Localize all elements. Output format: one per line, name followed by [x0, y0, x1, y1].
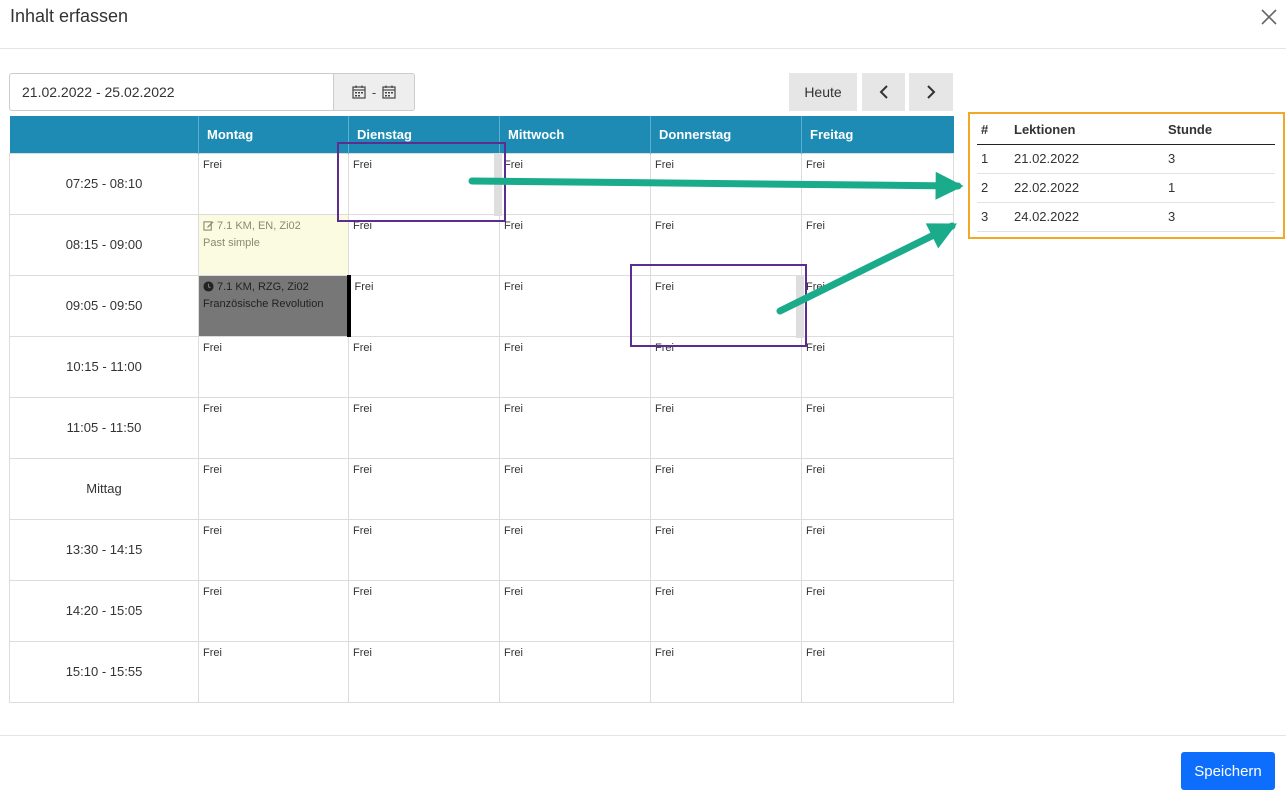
- free-cell[interactable]: Frei: [348, 396, 500, 459]
- header-divider: [0, 48, 1286, 49]
- time-slot: 15:10 - 15:55: [9, 640, 199, 703]
- chevron-left-icon: [879, 85, 888, 99]
- day-header: Mittwoch: [499, 116, 651, 153]
- table-row: 14:20 - 15:05 Frei Frei Frei Frei Frei: [9, 579, 954, 642]
- free-cell[interactable]: Frei: [348, 335, 500, 398]
- chevron-right-icon: [927, 85, 936, 99]
- free-cell[interactable]: Frei: [348, 213, 500, 276]
- free-cell[interactable]: Frei: [499, 152, 651, 215]
- table-row: 09:05 - 09:50 7.1 KM, RZG, Zi02 Französi…: [9, 274, 954, 337]
- free-cell[interactable]: Frei: [499, 396, 651, 459]
- free-cell[interactable]: Frei: [650, 518, 802, 581]
- lesson-topic: Französische Revolution: [203, 297, 324, 310]
- selected-cell-highlight: [630, 264, 807, 347]
- free-cell[interactable]: Frei: [348, 457, 500, 520]
- calendar-icon: [382, 85, 396, 99]
- time-slot: Mittag: [9, 457, 199, 520]
- time-column-header: [9, 116, 199, 153]
- lesson-cell[interactable]: 7.1 KM, RZG, Zi02 Französische Revolutio…: [198, 274, 351, 337]
- free-cell[interactable]: Frei: [801, 457, 954, 520]
- summary-highlight: [968, 112, 1285, 239]
- lesson-topic: Past simple: [203, 236, 260, 249]
- save-button[interactable]: Speichern: [1181, 752, 1275, 790]
- time-slot: 11:05 - 11:50: [9, 396, 199, 459]
- close-button[interactable]: [1256, 4, 1282, 30]
- time-slot: 07:25 - 08:10: [9, 152, 199, 215]
- table-row: Mittag Frei Frei Frei Frei Frei: [9, 457, 954, 520]
- footer-divider: [0, 735, 1286, 736]
- free-cell[interactable]: Frei: [499, 518, 651, 581]
- next-week-button[interactable]: [909, 73, 953, 111]
- time-slot: 10:15 - 11:00: [9, 335, 199, 398]
- range-separator: -: [371, 84, 377, 100]
- time-slot: 13:30 - 14:15: [9, 518, 199, 581]
- table-row: 08:15 - 09:00 7.1 KM, EN, Zi02 Past simp…: [9, 213, 954, 276]
- free-cell[interactable]: Frei: [801, 274, 954, 337]
- time-slot: 14:20 - 15:05: [9, 579, 199, 642]
- table-row: 15:10 - 15:55 Frei Frei Frei Frei Frei: [9, 640, 954, 703]
- table-row: 13:30 - 14:15 Frei Frei Frei Frei Frei: [9, 518, 954, 581]
- free-cell[interactable]: Frei: [499, 457, 651, 520]
- free-cell[interactable]: Frei: [198, 152, 349, 215]
- selected-cell-highlight: [337, 142, 506, 222]
- free-cell[interactable]: Frei: [499, 579, 651, 642]
- close-icon: [1261, 9, 1277, 25]
- edit-icon: [203, 221, 214, 231]
- free-cell[interactable]: Frei: [198, 396, 349, 459]
- date-picker-toggle[interactable]: -: [333, 73, 415, 111]
- lesson-cell[interactable]: 7.1 KM, EN, Zi02 Past simple: [198, 213, 349, 276]
- free-cell[interactable]: Frei: [650, 579, 802, 642]
- free-cell[interactable]: Frei: [198, 457, 349, 520]
- free-cell[interactable]: Frei: [801, 640, 954, 703]
- table-row: 10:15 - 11:00 Frei Frei Frei Frei Frei: [9, 335, 954, 398]
- day-header: Donnerstag: [650, 116, 802, 153]
- modal-title: Inhalt erfassen: [10, 6, 129, 26]
- free-cell[interactable]: Frei: [348, 579, 500, 642]
- prev-week-button[interactable]: [862, 73, 905, 111]
- free-cell[interactable]: Frei: [198, 579, 349, 642]
- free-cell[interactable]: Frei: [650, 457, 802, 520]
- free-cell[interactable]: Frei: [499, 274, 651, 337]
- free-cell[interactable]: Frei: [198, 640, 349, 703]
- free-cell[interactable]: Frei: [801, 335, 954, 398]
- day-header: Freitag: [801, 116, 954, 153]
- time-slot: 09:05 - 09:50: [9, 274, 199, 337]
- free-cell[interactable]: Frei: [499, 213, 651, 276]
- free-cell[interactable]: Frei: [499, 640, 651, 703]
- free-cell[interactable]: Frei: [499, 335, 651, 398]
- today-button[interactable]: Heute: [789, 73, 857, 111]
- free-cell[interactable]: Frei: [801, 518, 954, 581]
- free-cell[interactable]: Frei: [801, 396, 954, 459]
- free-cell[interactable]: Frei: [198, 335, 349, 398]
- free-cell[interactable]: Frei: [650, 640, 802, 703]
- free-cell[interactable]: Frei: [801, 213, 954, 276]
- free-cell[interactable]: Frei: [198, 518, 349, 581]
- clock-icon: [203, 281, 214, 292]
- free-cell[interactable]: Frei: [348, 640, 500, 703]
- table-row: 11:05 - 11:50 Frei Frei Frei Frei Frei: [9, 396, 954, 459]
- day-header: Montag: [198, 116, 349, 153]
- free-cell[interactable]: Frei: [801, 579, 954, 642]
- lesson-info: 7.1 KM, RZG, Zi02: [217, 280, 309, 293]
- date-range-input[interactable]: 21.02.2022 - 25.02.2022: [9, 73, 333, 111]
- free-cell[interactable]: Frei: [650, 396, 802, 459]
- free-cell[interactable]: Frei: [348, 274, 500, 337]
- calendar-icon: [352, 85, 366, 99]
- lesson-info: 7.1 KM, EN, Zi02: [217, 219, 301, 232]
- time-slot: 08:15 - 09:00: [9, 213, 199, 276]
- free-cell[interactable]: Frei: [650, 152, 802, 215]
- free-cell[interactable]: Frei: [348, 518, 500, 581]
- free-cell[interactable]: Frei: [801, 152, 954, 215]
